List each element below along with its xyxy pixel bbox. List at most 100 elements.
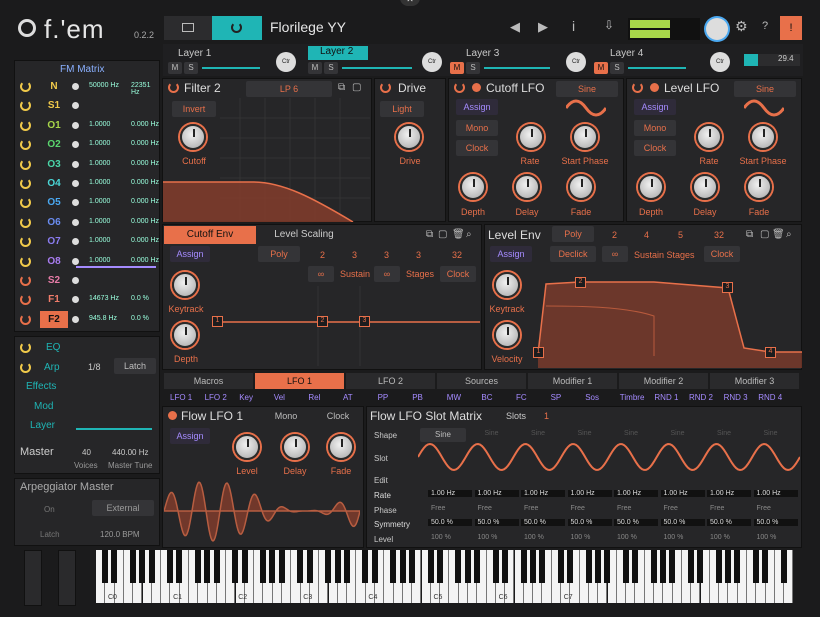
cutoff-lfo-phase-knob[interactable] xyxy=(572,124,598,150)
tab-mod[interactable]: Modifier 2 xyxy=(619,373,708,389)
mod-source[interactable]: PP xyxy=(378,393,389,402)
power-icon[interactable] xyxy=(20,158,31,170)
fm-operator-label[interactable]: O7 xyxy=(40,233,68,250)
tab-level-scaling[interactable]: Level Scaling xyxy=(258,226,350,244)
mod-source[interactable]: RND 2 xyxy=(689,393,713,402)
fm-ratio[interactable]: 14673 Hz xyxy=(89,295,119,302)
cutoff-lfo-power-icon[interactable] xyxy=(454,82,465,93)
layer-volume-slider[interactable] xyxy=(202,67,260,69)
mod-source[interactable]: AT xyxy=(343,393,353,402)
fm-operator-label[interactable]: O4 xyxy=(40,175,68,192)
power-icon[interactable] xyxy=(20,139,31,151)
level-env-point-4[interactable]: 4 xyxy=(765,347,776,358)
cutoff-lfo-clock-button[interactable]: Clock xyxy=(456,140,498,156)
level-env-assign-button[interactable]: Assign xyxy=(490,246,532,262)
arp-latch-button[interactable]: Latch xyxy=(114,358,156,374)
black-key[interactable] xyxy=(111,550,118,583)
level-env-poly-button[interactable]: Poly xyxy=(552,226,594,242)
slot-param-cell[interactable]: Free xyxy=(475,505,519,512)
black-key[interactable] xyxy=(399,550,406,583)
fm-ratio[interactable]: 1.0000 xyxy=(89,121,110,128)
keytrack-knob[interactable] xyxy=(172,272,198,298)
power-icon[interactable] xyxy=(20,294,31,306)
solo-button[interactable]: S xyxy=(324,62,338,74)
fm-row[interactable]: S1 xyxy=(14,97,160,116)
slot-shape-cell[interactable]: Sine xyxy=(717,430,731,437)
mod-source[interactable]: Timbre xyxy=(620,393,645,402)
fm-connection-dot[interactable] xyxy=(72,296,79,304)
black-key[interactable] xyxy=(204,550,211,583)
black-key[interactable] xyxy=(567,550,573,583)
fm-connection-dot[interactable] xyxy=(72,102,79,110)
slot-param-cell[interactable]: 1.00 Hz xyxy=(474,490,519,497)
slot-shape-cell[interactable]: Sine xyxy=(485,430,499,437)
power-icon[interactable] xyxy=(20,216,31,228)
layer-1-tab[interactable]: Layer 1 M S Ctr xyxy=(168,46,296,74)
black-key[interactable] xyxy=(148,550,155,583)
black-key[interactable] xyxy=(520,550,527,583)
tab-mod[interactable]: Modifier 3 xyxy=(710,373,799,389)
mute-button[interactable]: M xyxy=(308,62,322,74)
slot-param-cell[interactable]: 1.00 Hz xyxy=(707,490,751,497)
power-icon[interactable] xyxy=(20,236,31,248)
black-key[interactable] xyxy=(529,550,536,583)
fm-row[interactable]: O4 1.0000 0.000 Hz xyxy=(14,175,160,194)
fm-connection-dot[interactable] xyxy=(72,277,79,284)
black-key[interactable] xyxy=(390,550,397,583)
fm-operator-label[interactable]: F1 xyxy=(40,291,68,308)
black-key[interactable] xyxy=(325,550,332,583)
fm-row[interactable]: F1 14673 Hz 0.0 % xyxy=(14,291,160,310)
black-key[interactable] xyxy=(436,550,443,583)
cutoff-lfo-rate-knob[interactable] xyxy=(518,124,544,150)
fm-operator-label[interactable]: O2 xyxy=(40,136,68,153)
black-key[interactable] xyxy=(725,550,732,583)
arp-latch-label[interactable]: Latch xyxy=(40,530,60,539)
depth-knob[interactable] xyxy=(172,322,198,348)
black-key[interactable] xyxy=(622,550,629,583)
slot-param-cell[interactable]: 50.0 % xyxy=(474,519,519,526)
fm-row[interactable]: O2 1.0000 0.000 Hz xyxy=(14,136,160,155)
cutoff-lfo-assign-button[interactable]: Assign xyxy=(456,99,498,115)
power-button[interactable] xyxy=(212,16,262,40)
mute-button[interactable]: M xyxy=(594,62,608,74)
mod-source[interactable]: RND 1 xyxy=(654,393,678,402)
black-key[interactable] xyxy=(762,550,769,583)
invert-button[interactable]: Invert xyxy=(172,101,216,117)
fm-ratio[interactable]: 1.0000 xyxy=(89,160,110,167)
slot-param-cell[interactable]: 1.00 Hz xyxy=(614,490,658,497)
ctr-knob[interactable]: Ctr xyxy=(710,52,730,72)
folder-button[interactable] xyxy=(164,16,212,40)
effects-label[interactable]: Effects xyxy=(26,381,56,392)
stage-2[interactable]: 2 xyxy=(320,250,325,260)
fm-offset[interactable]: 0.0 % xyxy=(131,295,149,302)
master-value[interactable]: 29.4 xyxy=(744,54,800,66)
paste-icon[interactable]: ▢ xyxy=(352,82,361,93)
fm-operator-label[interactable]: O1 xyxy=(40,117,68,134)
black-key[interactable] xyxy=(102,550,108,583)
copy-icon[interactable]: ⧉ xyxy=(426,229,433,240)
level-lfo-fade-knob[interactable] xyxy=(746,174,772,200)
slot-shape-cell[interactable]: Sine xyxy=(764,430,778,437)
slot-param-cell[interactable]: 100 % xyxy=(707,534,751,541)
black-key[interactable] xyxy=(241,550,248,583)
arp-rate[interactable]: 1/8 xyxy=(88,362,101,372)
black-key[interactable] xyxy=(213,550,220,583)
cutoff-lfo-mono-button[interactable]: Mono xyxy=(456,120,498,136)
black-key[interactable] xyxy=(195,550,201,583)
voices-value[interactable]: 40 xyxy=(82,448,91,457)
pitch-wheel[interactable] xyxy=(24,550,42,606)
black-key[interactable] xyxy=(306,550,313,583)
tab-mod[interactable]: Modifier 1 xyxy=(528,373,617,389)
level-stage-4[interactable]: 4 xyxy=(644,230,649,240)
black-key[interactable] xyxy=(362,550,369,583)
eq-label[interactable]: EQ xyxy=(46,342,60,353)
power-icon[interactable] xyxy=(20,255,31,267)
slot-param-cell[interactable]: 1.00 Hz xyxy=(753,490,798,497)
search-icon[interactable]: ⌕ xyxy=(466,229,472,240)
master-volume-knob[interactable] xyxy=(706,18,728,40)
gear-icon[interactable]: ⚙ xyxy=(735,18,748,35)
black-key[interactable] xyxy=(260,550,267,583)
mod-source[interactable]: BC xyxy=(481,393,492,402)
mod-label[interactable]: Mod xyxy=(34,401,53,412)
level-env-clock-button[interactable]: Clock xyxy=(704,246,740,262)
